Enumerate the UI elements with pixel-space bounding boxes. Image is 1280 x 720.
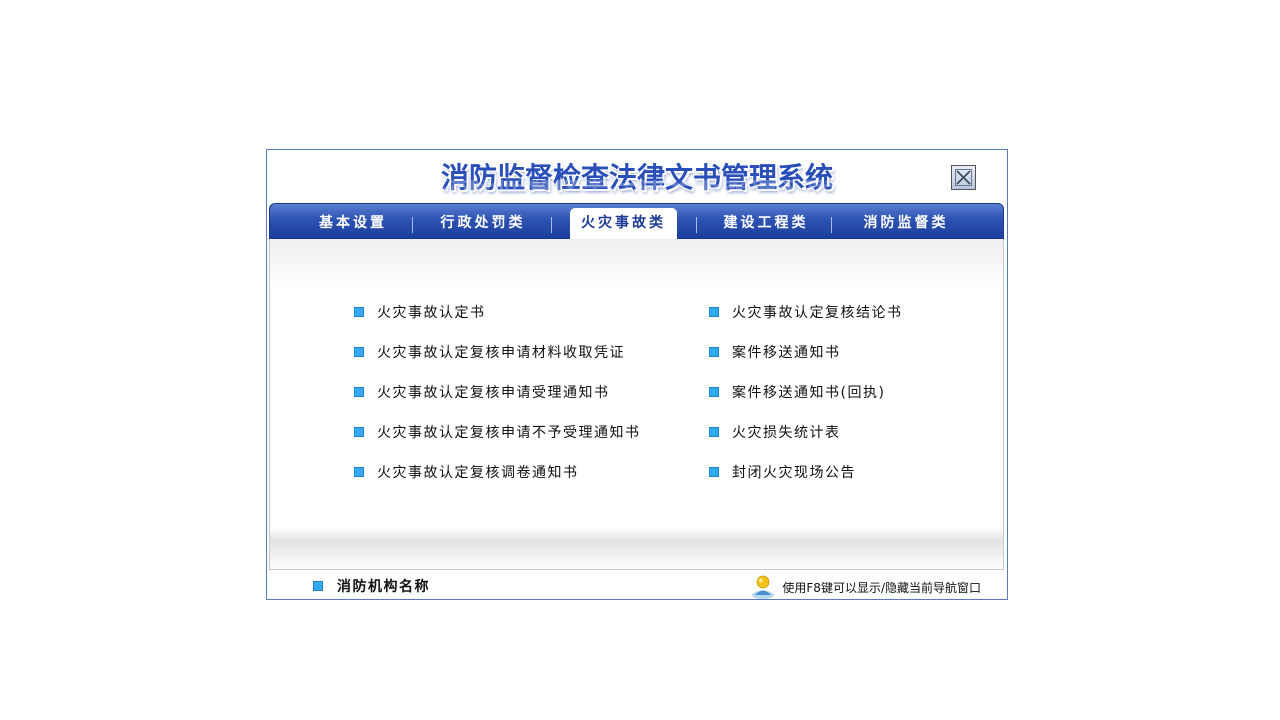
menu-item[interactable]: 火灾事故认定书 <box>354 302 486 322</box>
tab-separator <box>551 217 552 233</box>
square-bullet-icon <box>709 387 719 397</box>
org-name-label: 消防机构名称 <box>337 579 430 595</box>
org-name: 消防机构名称 <box>313 577 430 595</box>
title-bar: 消防监督检查法律文书管理系统 消防监督检查法律文书管理系统 <box>267 150 1007 202</box>
tab-admin-penalty[interactable]: 行政处罚类 <box>415 204 551 238</box>
menu-item-label: 火灾事故认定书 <box>377 305 486 321</box>
square-bullet-icon <box>709 467 719 477</box>
menu-item[interactable]: 火灾事故认定复核申请受理通知书 <box>354 382 610 402</box>
tab-separator <box>412 217 413 233</box>
menu-item-label: 火灾事故认定复核申请受理通知书 <box>377 385 610 401</box>
menu-item-label: 封闭火灾现场公告 <box>732 465 856 481</box>
person-icon <box>752 575 775 599</box>
menu-item-label: 火灾损失统计表 <box>732 425 841 441</box>
menu-item[interactable]: 案件移送通知书(回执) <box>709 382 885 402</box>
close-x-icon <box>955 169 972 186</box>
content-panel: 火灾事故认定书 火灾事故认定复核申请材料收取凭证 火灾事故认定复核申请受理通知书… <box>269 239 1004 570</box>
menu-item[interactable]: 火灾事故认定复核调卷通知书 <box>354 462 579 482</box>
square-bullet-icon <box>354 347 364 357</box>
tab-fire-supervision[interactable]: 消防监督类 <box>836 204 976 238</box>
tab-basic-settings[interactable]: 基本设置 <box>288 204 418 238</box>
square-bullet-icon <box>709 427 719 437</box>
menu-item-label: 火灾事故认定复核结论书 <box>732 305 903 321</box>
square-bullet-icon <box>709 307 719 317</box>
tab-separator <box>831 217 832 233</box>
nav-hint-text: 使用F8键可以显示/隐藏当前导航窗口 <box>782 580 981 595</box>
square-bullet-icon <box>354 387 364 397</box>
tab-fire-accident[interactable]: 火灾事故类 <box>570 208 677 239</box>
menu-item-label: 案件移送通知书(回执) <box>732 385 886 401</box>
close-button[interactable] <box>951 165 976 190</box>
menu-item-label: 案件移送通知书 <box>732 345 841 361</box>
app-title-reflection: 消防监督检查法律文书管理系统 <box>267 180 1007 198</box>
square-bullet-icon <box>354 467 364 477</box>
menu-item[interactable]: 封闭火灾现场公告 <box>709 462 856 482</box>
tab-construction[interactable]: 建设工程类 <box>700 204 832 238</box>
square-bullet-icon <box>313 581 323 591</box>
menu-item-label: 火灾事故认定复核调卷通知书 <box>377 465 579 481</box>
footer: 消防机构名称 使用F8键可以显示/隐藏当前导航窗口 <box>267 571 1007 599</box>
menu-item-label: 火灾事故认定复核申请材料收取凭证 <box>377 345 625 361</box>
nav-hint: 使用F8键可以显示/隐藏当前导航窗口 <box>750 575 981 599</box>
menu-item[interactable]: 火灾损失统计表 <box>709 422 841 442</box>
menu-item[interactable]: 火灾事故认定复核申请材料收取凭证 <box>354 342 625 362</box>
square-bullet-icon <box>354 307 364 317</box>
tab-separator <box>696 217 697 233</box>
menu-item[interactable]: 案件移送通知书 <box>709 342 841 362</box>
square-bullet-icon <box>709 347 719 357</box>
square-bullet-icon <box>354 427 364 437</box>
app-window: 消防监督检查法律文书管理系统 消防监督检查法律文书管理系统 基本设置 行政处罚类… <box>266 149 1008 600</box>
menu-item[interactable]: 火灾事故认定复核申请不予受理通知书 <box>354 422 641 442</box>
menu-item-label: 火灾事故认定复核申请不予受理通知书 <box>377 425 641 441</box>
menu-item[interactable]: 火灾事故认定复核结论书 <box>709 302 903 322</box>
tab-bar: 基本设置 行政处罚类 火灾事故类 建设工程类 消防监督类 <box>269 203 1004 239</box>
